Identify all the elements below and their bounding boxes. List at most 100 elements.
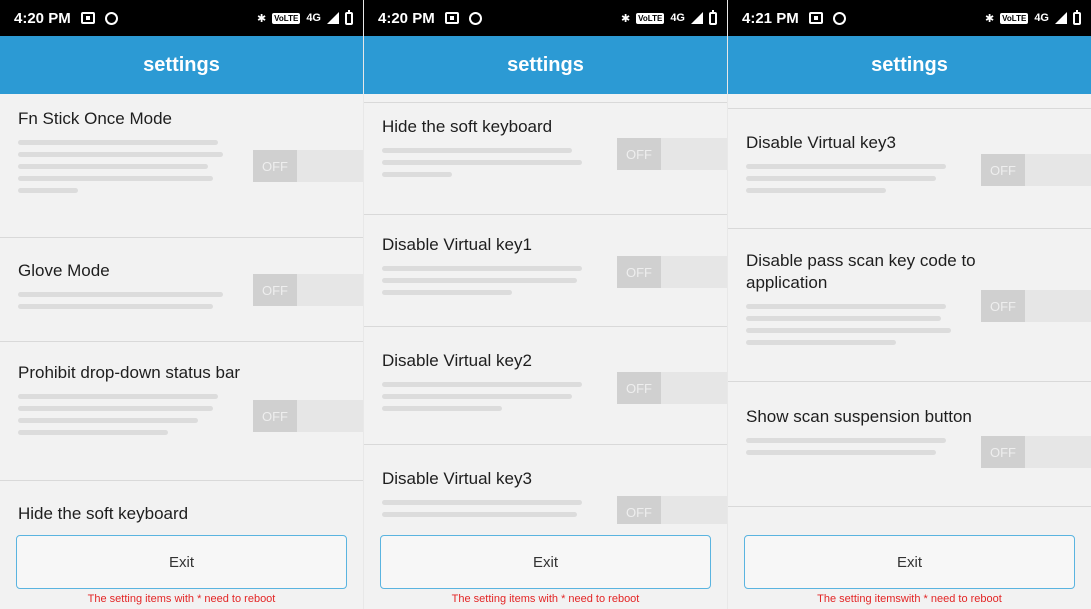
bluetooth-icon: ✱ — [256, 12, 267, 25]
toggle-knob: OFF — [253, 274, 297, 306]
setting-row-virtual-key2[interactable]: Disable Virtual key2 OFF — [364, 350, 727, 418]
phone-screen-1: 4:20 PM ✱ VoLTE 4G settings Fn Stick Onc… — [0, 0, 363, 609]
page-title: settings — [507, 53, 584, 76]
setting-row-virtual-key3[interactable]: Disable Virtual key3 OFF — [728, 132, 1091, 200]
divider — [364, 102, 727, 103]
divider — [728, 381, 1091, 382]
phone-screen-2: 4:20 PM ✱ VoLTE 4G settings Hide the sof… — [364, 0, 727, 609]
battery-icon — [709, 9, 717, 25]
battery-icon — [345, 9, 353, 25]
divider — [728, 108, 1091, 109]
setting-row-virtual-key1[interactable]: Disable Virtual key1 OFF — [364, 234, 727, 302]
divider — [364, 214, 727, 215]
signal-icon — [691, 12, 703, 24]
setting-description — [382, 500, 587, 517]
toggle-knob: OFF — [253, 400, 297, 432]
divider — [364, 326, 727, 327]
toggle-switch[interactable]: OFF — [617, 496, 727, 524]
setting-description — [18, 292, 223, 309]
signal-icon — [327, 12, 339, 24]
status-bar: 4:21 PM ✱ VoLTE 4G — [728, 0, 1091, 36]
sync-icon — [468, 11, 482, 25]
toggle-knob: OFF — [253, 150, 297, 182]
setting-row-prohibit-dropdown[interactable]: Prohibit drop-down status bar OFF — [0, 362, 363, 442]
divider — [0, 480, 363, 481]
clock: 4:20 PM — [14, 9, 71, 27]
title-bar: settings — [728, 36, 1091, 94]
exit-button[interactable]: Exit — [380, 535, 711, 589]
toggle-knob: OFF — [617, 256, 661, 288]
title-bar: settings — [0, 36, 363, 94]
setting-description — [382, 148, 587, 177]
phone-screen-3: 4:21 PM ✱ VoLTE 4G settings Disable Virt… — [728, 0, 1091, 609]
volte-icon: VoLTE — [272, 12, 301, 24]
bluetooth-icon: ✱ — [984, 12, 995, 25]
toggle-switch[interactable]: OFF — [981, 436, 1091, 468]
setting-row-scan-suspension[interactable]: Show scan suspension button OFF — [728, 406, 1091, 468]
setting-description — [746, 304, 951, 345]
reboot-note: The setting itemswith * need to reboot — [817, 593, 1002, 605]
settings-list[interactable]: Hide the soft keyboard OFF Disable Virtu… — [364, 94, 727, 524]
toggle-switch[interactable]: OFF — [253, 150, 363, 182]
setting-title: Glove Mode — [18, 261, 110, 280]
divider — [0, 341, 363, 342]
setting-description — [18, 140, 223, 193]
exit-button[interactable]: Exit — [744, 535, 1075, 589]
battery-icon — [1073, 9, 1081, 25]
setting-title: Show scan suspension button — [746, 407, 972, 426]
settings-list[interactable]: Fn Stick Once Mode OFF Glove Mode OFF Pr… — [0, 94, 363, 524]
setting-description — [746, 438, 951, 455]
status-bar: 4:20 PM ✱ VoLTE 4G — [0, 0, 363, 36]
divider — [364, 444, 727, 445]
toggle-knob: OFF — [981, 290, 1025, 322]
setting-title: Hide the soft keyboard — [18, 504, 189, 523]
title-bar: settings — [364, 36, 727, 94]
volte-icon: VoLTE — [1000, 12, 1029, 24]
setting-title: Fn Stick Once Mode — [18, 109, 173, 128]
setting-title: Disable pass scan key code to applicatio… — [746, 251, 976, 292]
toggle-switch[interactable]: OFF — [981, 290, 1091, 322]
signal-icon — [1055, 12, 1067, 24]
setting-row-hide-keyboard[interactable]: Hide the soft keyboard — [0, 503, 363, 524]
setting-row-pass-scan-key[interactable]: Disable pass scan key code to applicatio… — [728, 250, 1091, 352]
sync-icon — [104, 11, 118, 25]
divider — [728, 506, 1091, 507]
toggle-switch[interactable]: OFF — [981, 154, 1091, 186]
exit-button[interactable]: Exit — [16, 535, 347, 589]
setting-title: Disable Virtual key3 — [382, 469, 532, 488]
setting-row-glove-mode[interactable]: Glove Mode OFF — [0, 260, 363, 316]
toggle-knob: OFF — [981, 154, 1025, 186]
toggle-switch[interactable]: OFF — [617, 138, 727, 170]
page-title: settings — [871, 53, 948, 76]
setting-row-virtual-key3[interactable]: Disable Virtual key3 OFF — [364, 468, 727, 524]
setting-row-hide-keyboard[interactable]: Hide the soft keyboard OFF — [364, 116, 727, 184]
toggle-knob: OFF — [981, 436, 1025, 468]
setting-description — [382, 382, 587, 411]
setting-description — [18, 394, 223, 435]
toggle-knob: OFF — [617, 138, 661, 170]
network-type: 4G — [670, 12, 685, 24]
notification-icon — [444, 12, 459, 24]
settings-list[interactable]: Disable Virtual key3 OFF Disable pass sc… — [728, 94, 1091, 524]
toggle-switch[interactable]: OFF — [617, 372, 727, 404]
setting-title: Prohibit drop-down status bar — [18, 363, 241, 382]
toggle-switch[interactable]: OFF — [617, 256, 727, 288]
setting-title: Disable Virtual key3 — [746, 133, 896, 152]
toggle-switch[interactable]: OFF — [253, 274, 363, 306]
toggle-knob: OFF — [617, 496, 661, 524]
status-bar: 4:20 PM ✱ VoLTE 4G — [364, 0, 727, 36]
toggle-knob: OFF — [617, 372, 661, 404]
reboot-note: The setting items with * need to reboot — [87, 593, 276, 605]
toggle-switch[interactable]: OFF — [253, 400, 363, 432]
notification-icon — [808, 12, 823, 24]
divider — [0, 237, 363, 238]
page-title: settings — [143, 53, 220, 76]
setting-title: Disable Virtual key2 — [382, 351, 532, 370]
setting-description — [746, 164, 951, 193]
setting-row-fn-stick[interactable]: Fn Stick Once Mode OFF — [0, 108, 363, 200]
volte-icon: VoLTE — [636, 12, 665, 24]
clock: 4:21 PM — [742, 9, 799, 27]
clock: 4:20 PM — [378, 9, 435, 27]
reboot-note: The setting items with * need to reboot — [451, 593, 640, 605]
bluetooth-icon: ✱ — [620, 12, 631, 25]
